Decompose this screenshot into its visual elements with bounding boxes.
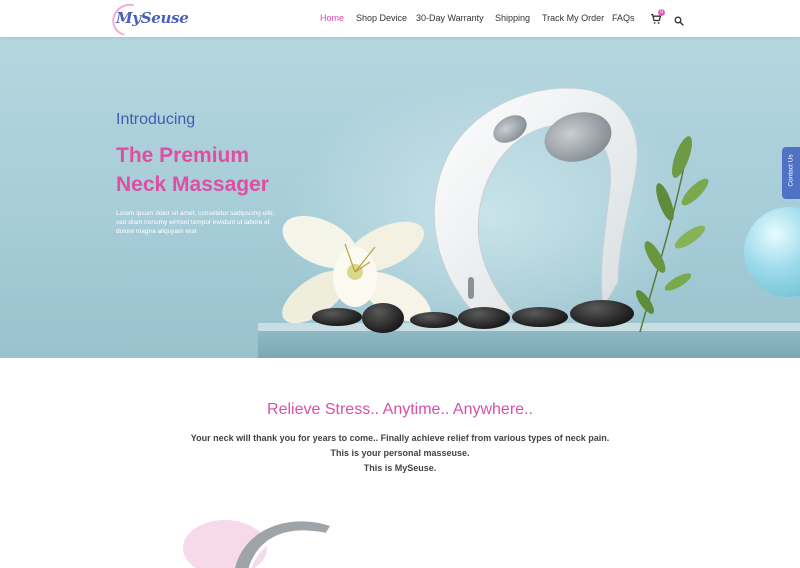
hero-headline: The Premium Neck Massager [116,141,336,199]
stone-image [312,308,362,326]
contact-us-tab[interactable]: Contact Us [782,147,800,199]
hero-headline-line1: The Premium [116,144,250,167]
neck-massager-image [433,87,638,318]
hero-body-text: Lorem ipsum dolor sit amet, consetetur s… [116,210,275,235]
section-line-2: This is your personal masseuse. [330,448,470,458]
nav-faqs[interactable]: FAQs [612,13,635,23]
hero-headline-line2: Neck Massager [116,173,269,196]
cart-count-badge: 0 [658,9,665,16]
contact-us-label: Contact Us [787,154,795,187]
cart-button[interactable]: 0 [650,9,665,24]
stone-image [570,300,634,327]
site-logo[interactable]: MySeuse [106,0,189,43]
section-line-3: This is MySeuse. [363,463,437,473]
nav-home[interactable]: Home [320,13,344,23]
stone-image [458,307,510,329]
search-icon [674,16,684,26]
product-preview-image [183,520,330,568]
section-line-1: Your neck will thank you for years to co… [190,433,610,443]
stone-image [362,303,404,333]
section-title: Relieve Stress.. Anytime.. Anywhere.. [267,401,533,418]
nav-shipping[interactable]: Shipping [495,13,530,23]
site-header: MySeuse Home Shop Device 30-Day Warranty… [0,0,800,43]
stone-image [410,312,458,328]
nav-warranty[interactable]: 30-Day Warranty [416,13,484,23]
logo-swirl-graphic [106,0,152,43]
nav-track-order[interactable]: Track My Order [542,13,604,23]
glass-orb-image [744,207,800,297]
nav-shop-device[interactable]: Shop Device [356,13,407,23]
stone-image [512,307,568,327]
hero-intro: Introducing [116,111,196,128]
search-button[interactable] [674,13,684,26]
hero-banner: Introducing The Premium Neck Massager Lo… [0,37,800,358]
